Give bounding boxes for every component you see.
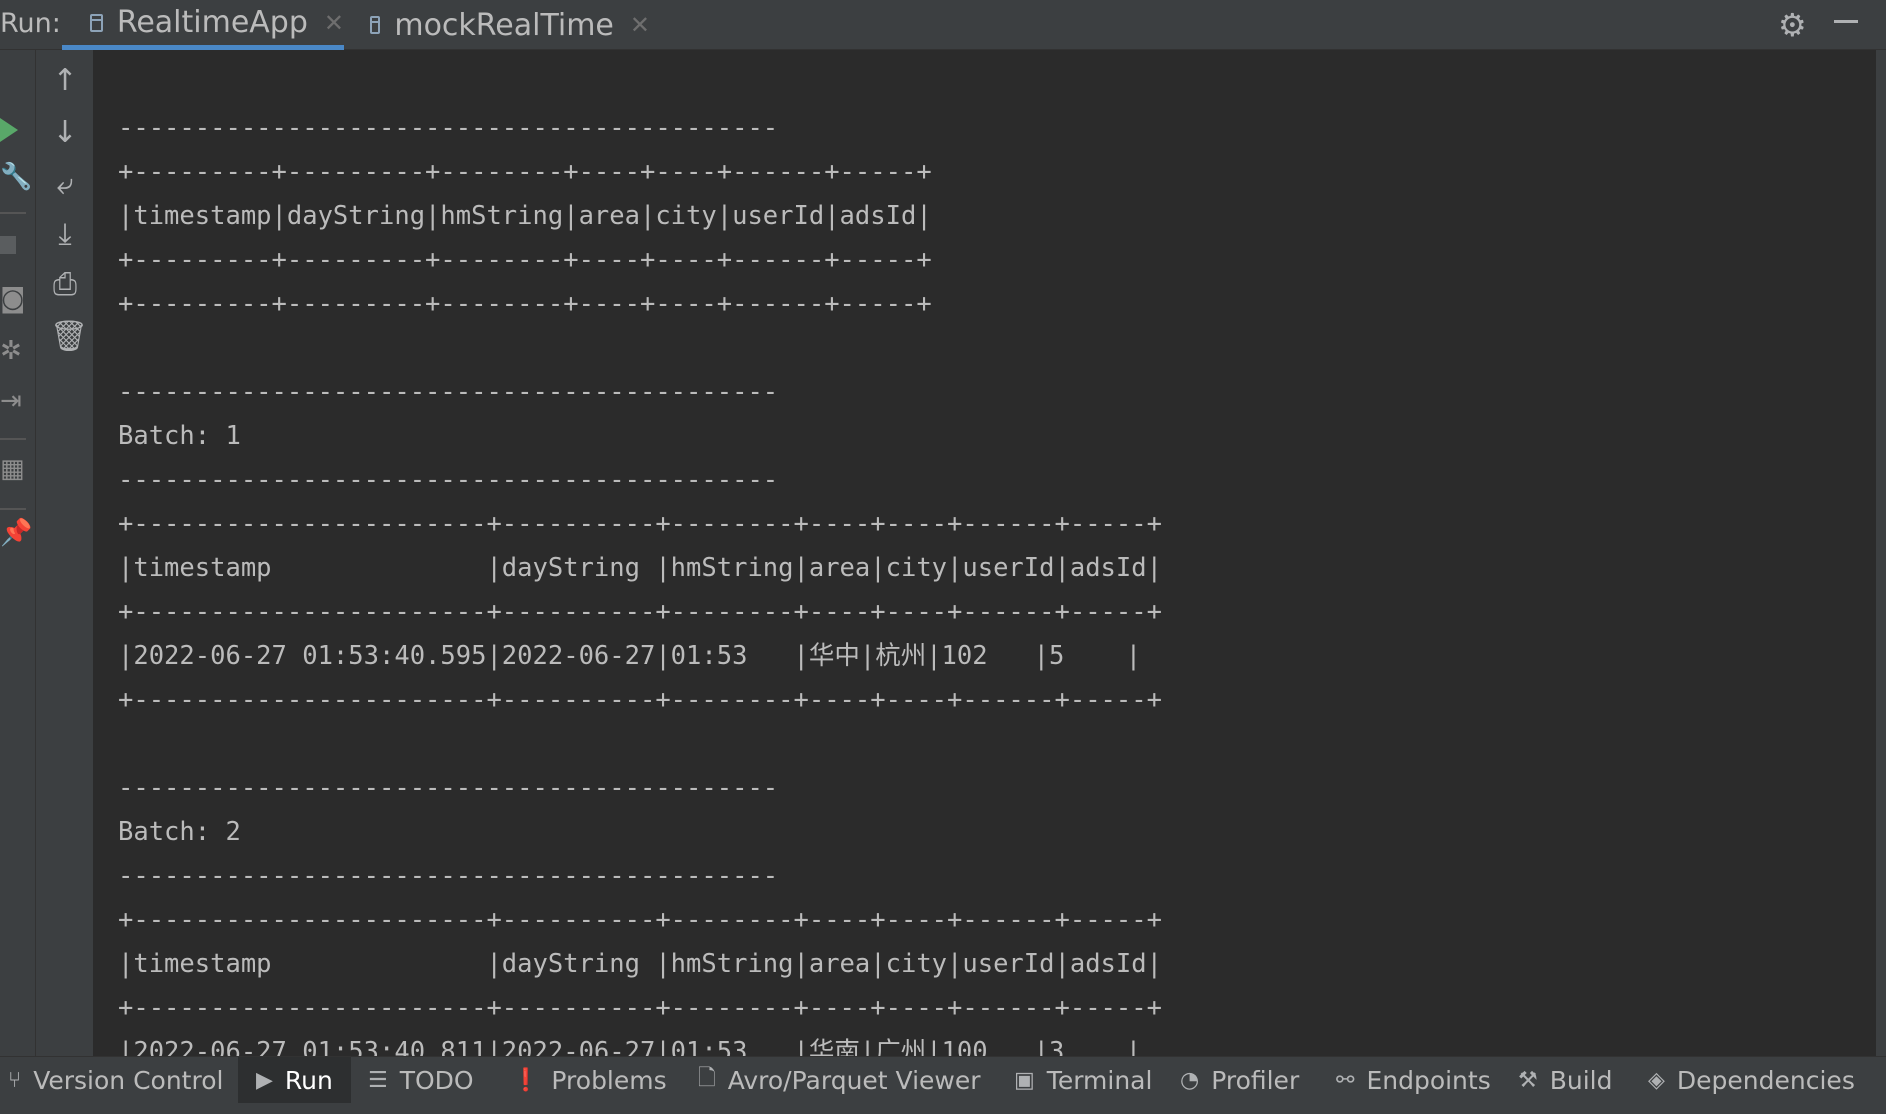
console-line: +-----------------------+----------+----…	[118, 509, 1162, 539]
pin-icon[interactable]: 📌	[0, 520, 32, 546]
console-line: |timestamp|dayString|hmString|area|city|…	[118, 201, 932, 231]
console-line: |timestamp |dayString |hmString|area|cit…	[118, 553, 1162, 583]
tab-label: mockRealTime	[394, 7, 614, 43]
run-tool-window-header: Run: RealtimeApp ✕ mockRealTime ✕ ⚙	[0, 0, 1886, 50]
console-actions-toolbar: ↑ ↓ ⤶ ⤓ ⎙ 🗑	[36, 50, 94, 1056]
info-icon: ❗	[512, 1067, 540, 1093]
profiler-icon: ◔	[1180, 1067, 1200, 1093]
soft-wrap-icon[interactable]: ⤶	[50, 170, 80, 200]
toolwindow-terminal[interactable]: ▣ Terminal	[1014, 1057, 1152, 1103]
minimize-icon[interactable]	[1834, 20, 1858, 23]
separator	[0, 508, 26, 510]
toolwindow-avro-parquet-viewer[interactable]: 🗋 Avro/Parquet Viewer	[698, 1057, 981, 1103]
console-lines: ----------------------------------------…	[118, 106, 1162, 1056]
endpoints-icon: ⚯	[1336, 1067, 1355, 1093]
close-icon[interactable]: ✕	[630, 11, 650, 39]
wrench-icon[interactable]: 🔧	[0, 164, 32, 190]
toolwindow-run[interactable]: ▶ Run	[238, 1057, 351, 1103]
console-line: |2022-06-27 01:53:40.595|2022-06-27|01:5…	[118, 641, 1142, 671]
play-icon: ▶	[256, 1067, 273, 1093]
list-icon: ☰	[368, 1067, 388, 1093]
terminal-icon: ▣	[1014, 1067, 1035, 1093]
hammer-icon: ⚒	[1518, 1067, 1538, 1093]
toolwindow-label: Build	[1549, 1065, 1613, 1095]
toolwindow-label: Avro/Parquet Viewer	[727, 1065, 981, 1095]
console-line: ----------------------------------------…	[118, 113, 779, 143]
exit-icon[interactable]: ⇥	[0, 388, 22, 414]
console-line: +---------+---------+--------+----+----+…	[118, 289, 932, 319]
separator	[0, 212, 26, 214]
console-line: |2022-06-27 01:53:40.811|2022-06-27|01:5…	[118, 1037, 1142, 1056]
console-line: +-----------------------+----------+----…	[118, 905, 1162, 935]
separator	[0, 438, 26, 440]
console-line: ----------------------------------------…	[118, 465, 779, 495]
toolwindow-todo[interactable]: ☰ TODO	[368, 1057, 474, 1103]
console-output[interactable]: ----------------------------------------…	[94, 50, 1876, 1056]
scroll-to-end-icon[interactable]: ⤓	[50, 220, 80, 250]
tab-mockrealtime[interactable]: mockRealTime ✕	[370, 0, 650, 50]
console-line: ----------------------------------------…	[118, 377, 779, 407]
layers-icon: ◈	[1648, 1067, 1665, 1093]
toolwindow-label: Dependencies	[1676, 1065, 1855, 1095]
stop-icon[interactable]	[0, 236, 16, 254]
toolwindow-label: TODO	[399, 1065, 474, 1095]
console-line: +-----------------------+----------+----…	[118, 597, 1162, 627]
console-line: Batch: 1	[118, 421, 241, 451]
toolwindow-profiler[interactable]: ◔ Profiler	[1180, 1057, 1299, 1103]
console-line: ----------------------------------------…	[118, 861, 779, 891]
bottom-tool-window-bar: ⑂ Version Control ▶ Run ☰ TODO ❗ Problem…	[0, 1056, 1886, 1114]
right-gutter	[1876, 50, 1886, 1056]
toolwindow-label: Run	[284, 1065, 333, 1095]
branch-icon: ⑂	[8, 1067, 22, 1093]
close-icon[interactable]: ✕	[324, 9, 344, 37]
console-line: +-----------------------+----------+----…	[118, 993, 1162, 1023]
tab-realtimeapp[interactable]: RealtimeApp ✕	[62, 0, 344, 50]
camera-icon[interactable]: ◙	[0, 286, 25, 312]
toolwindow-label: Endpoints	[1366, 1065, 1491, 1095]
layout-icon[interactable]: ▦	[0, 456, 25, 482]
toolwindow-label: Problems	[551, 1065, 667, 1095]
toolwindow-label: Terminal	[1046, 1065, 1153, 1095]
console-icon	[370, 16, 381, 34]
arrow-up-icon[interactable]: ↑	[50, 66, 80, 96]
run-actions-toolbar: 🔧 ◙ ✲ ⇥ ▦ 📌	[0, 50, 36, 1056]
toolwindow-problems[interactable]: ❗ Problems	[512, 1057, 667, 1103]
toolwindow-build[interactable]: ⚒ Build	[1518, 1057, 1613, 1103]
console-line: ----------------------------------------…	[118, 773, 779, 803]
arrow-down-icon[interactable]: ↓	[50, 118, 80, 148]
file-icon: 🗋	[698, 1066, 716, 1091]
rerun-icon[interactable]	[0, 118, 18, 142]
print-icon[interactable]: ⎙	[50, 270, 80, 300]
console-line: +---------+---------+--------+----+----+…	[118, 157, 932, 187]
run-label: Run:	[0, 8, 61, 39]
console-line: +-----------------------+----------+----…	[118, 685, 1162, 715]
toolwindow-label: Profiler	[1211, 1065, 1300, 1095]
console-line: Batch: 2	[118, 817, 241, 847]
gear-icon[interactable]: ⚙	[1778, 6, 1807, 44]
toolwindow-dependencies[interactable]: ◈ Dependencies	[1648, 1057, 1855, 1103]
trash-icon[interactable]: 🗑	[50, 322, 88, 352]
toolwindow-version-control[interactable]: ⑂ Version Control	[8, 1057, 223, 1103]
settings-disabled-icon[interactable]: ✲	[0, 338, 22, 364]
console-line: |timestamp |dayString |hmString|area|cit…	[118, 949, 1162, 979]
console-line: +---------+---------+--------+----+----+…	[118, 245, 932, 275]
tab-label: RealtimeApp	[116, 5, 308, 40]
console-icon	[90, 13, 103, 32]
toolwindow-endpoints[interactable]: ⚯ Endpoints	[1336, 1057, 1491, 1103]
toolwindow-label: Version Control	[33, 1065, 224, 1095]
